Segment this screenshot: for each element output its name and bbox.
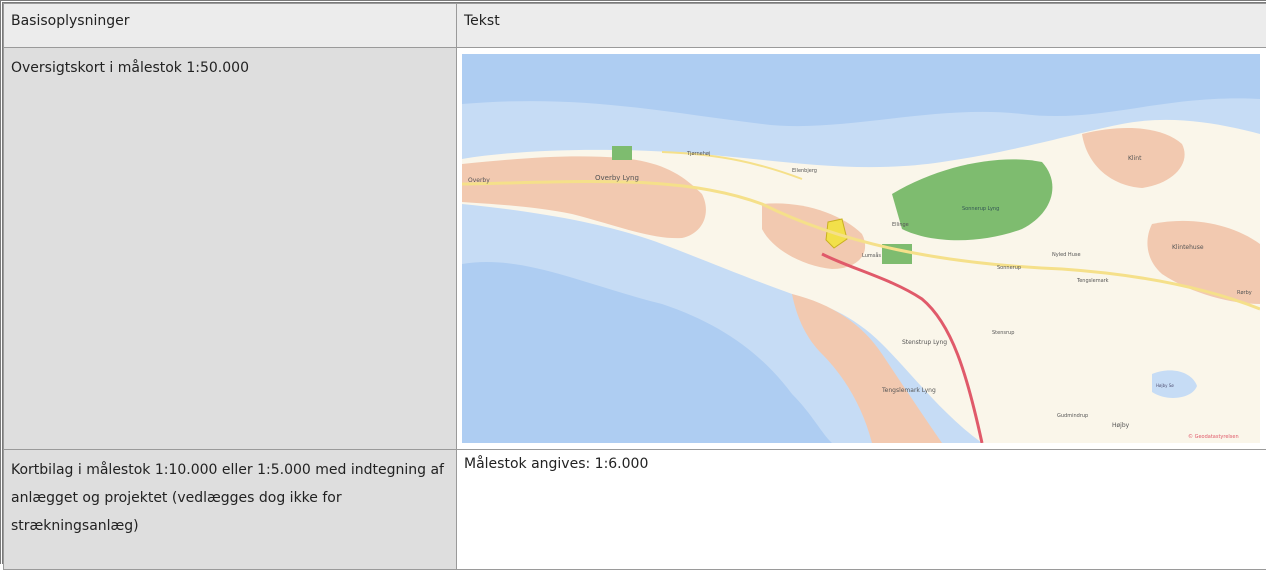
map-label: Overby (468, 177, 490, 184)
map-label: Sonnerup (997, 265, 1021, 271)
map-label: Nyled Huse (1052, 252, 1081, 258)
table-row-overview-map: Oversigtskort i målestok 1:50.000 (4, 48, 1266, 450)
basic-info-table: Basisoplysninger Tekst Oversigtskort i m… (3, 3, 1266, 570)
map-label: Tengslemark Lyng (881, 387, 936, 394)
map-label: Rørby (1237, 290, 1252, 296)
map-label: Tengslemark (1076, 278, 1109, 284)
map-label: Tjørnehøj (686, 151, 710, 157)
row-label-map-appendix: Kortbilag i målestok 1:10.000 eller 1:5.… (4, 450, 457, 570)
map-label: Ellinge (892, 222, 909, 228)
row-value-overview-map: Overby Overby Lyng Tjørnehøj Ellenbjerg … (457, 48, 1266, 450)
map-label: Højby (1112, 422, 1130, 429)
map-label: Klintehuse (1172, 244, 1204, 251)
map-label: Ellenbjerg (792, 168, 817, 174)
map-forest-patch (612, 146, 632, 160)
map-attribution: © Geodatastyrelsen (1188, 433, 1239, 440)
map-label: Stensrup (992, 330, 1014, 336)
row-value-scale: Målestok angives: 1:6.000 (457, 450, 1266, 570)
map-label: Gudmindrup (1057, 413, 1088, 419)
document-table-frame: Basisoplysninger Tekst Oversigtskort i m… (0, 0, 1266, 564)
header-basisoplysninger: Basisoplysninger (4, 4, 457, 48)
map-label: Stenstrup Lyng (902, 339, 947, 346)
map-label: Overby Lyng (595, 174, 639, 182)
table-header-row: Basisoplysninger Tekst (4, 4, 1266, 48)
map-label: Sonnerup Lyng (962, 206, 999, 212)
row-label-overview-map: Oversigtskort i målestok 1:50.000 (4, 48, 457, 450)
overview-map-image: Overby Overby Lyng Tjørnehøj Ellenbjerg … (462, 54, 1260, 443)
map-label: Klint (1128, 155, 1142, 162)
map-label: Højby Sø (1156, 383, 1174, 388)
table-row-map-appendix: Kortbilag i målestok 1:10.000 eller 1:5.… (4, 450, 1266, 570)
map-label: Lumsås (862, 252, 881, 259)
header-tekst: Tekst (457, 4, 1266, 48)
